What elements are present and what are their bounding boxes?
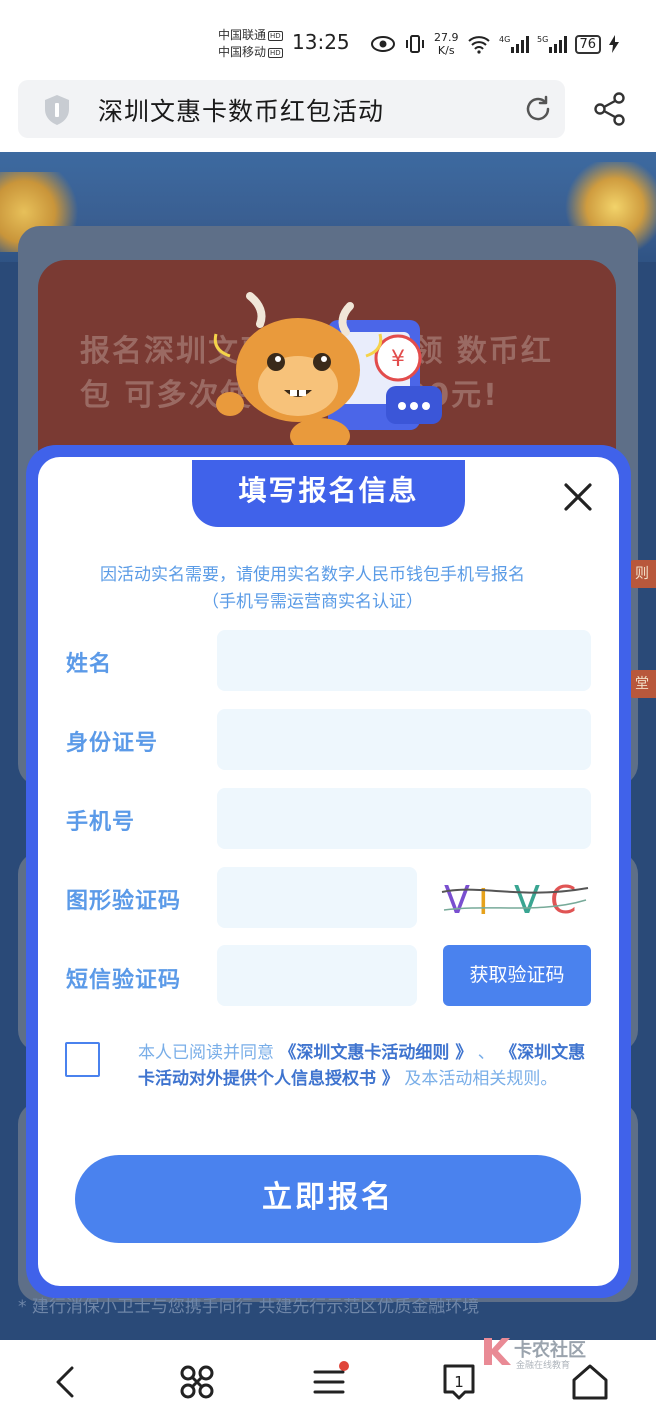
agreement-suffix: 及本活动相关规则。 — [404, 1069, 558, 1089]
captcha-glyph: V — [514, 878, 540, 922]
captcha-input[interactable] — [217, 867, 417, 928]
rules-side-tab[interactable]: 则 — [628, 560, 656, 588]
watermark-subtext: 金融在线教育 — [516, 1361, 571, 1371]
close-icon[interactable] — [561, 480, 595, 514]
side-tab[interactable]: 堂 — [628, 670, 656, 698]
captcha-glyph: V — [444, 878, 470, 922]
battery-level: 76 — [574, 34, 602, 54]
back-icon[interactable] — [44, 1360, 88, 1404]
id-number-input[interactable] — [217, 709, 591, 770]
address-bar[interactable]: 深圳文惠卡数币红包活动 — [18, 80, 565, 138]
carrier-2: 中国移动 — [218, 45, 267, 59]
hd-badge: HD — [268, 47, 283, 58]
hd-badge: HD — [268, 30, 283, 41]
id-number-label: 身份证号 — [66, 731, 159, 756]
tabs-icon[interactable]: 1 — [437, 1360, 481, 1404]
name-input[interactable] — [217, 630, 591, 691]
modal-title: 填写报名信息 — [192, 460, 465, 527]
agree-checkbox[interactable] — [65, 1042, 100, 1077]
command-icon[interactable] — [175, 1360, 219, 1404]
sms-code-label: 短信验证码 — [66, 968, 182, 993]
status-icons: 27.9 K/s 4G 5G 76 — [370, 28, 620, 60]
status-bar: 中国联通 HD 中国移动 HD 13:25 27.9 K/s 4G 5G 76 — [0, 0, 656, 82]
page-title[interactable]: 深圳文惠卡数币红包活动 — [98, 92, 384, 128]
signal-label-1: 4G — [499, 35, 510, 44]
menu-icon[interactable] — [307, 1360, 351, 1404]
charging-icon — [609, 35, 620, 53]
vibrate-icon — [406, 35, 424, 53]
shield-icon[interactable] — [42, 94, 72, 126]
tab-count: 1 — [454, 1373, 464, 1391]
captcha-image[interactable]: V I V C — [440, 870, 590, 928]
notice-text: 因活动实名需要，请使用实名数字人民币钱包手机号报名 （手机号需运营商实名认证） — [40, 562, 585, 616]
notice-line: （手机号需运营商实名认证） — [202, 592, 423, 612]
signal-icon: 5G — [537, 35, 567, 53]
dragon-mascot-illustration: ¥ — [213, 292, 442, 454]
captcha-glyph: I — [478, 882, 489, 923]
rules-link[interactable]: 《深圳文惠卡活动细则 》 — [279, 1043, 472, 1063]
sms-code-input[interactable] — [217, 945, 417, 1006]
phone-input[interactable] — [217, 788, 591, 849]
share-icon[interactable] — [592, 91, 628, 127]
get-code-button[interactable]: 获取验证码 — [443, 945, 591, 1006]
carrier-info: 中国联通 HD 中国移动 HD — [218, 27, 283, 61]
clock: 13:25 — [292, 30, 350, 54]
reload-icon[interactable] — [523, 94, 553, 124]
watermark-logo: 卡农社区 金融在线教育 — [478, 1334, 618, 1374]
name-label: 姓名 — [66, 652, 113, 677]
svg-text:¥: ¥ — [391, 347, 405, 372]
register-button[interactable]: 立即报名 — [75, 1155, 581, 1243]
agreement-prefix: 本人已阅读并同意 — [138, 1043, 274, 1063]
eye-icon — [371, 36, 395, 52]
captcha-glyph: C — [550, 878, 577, 922]
phone-label: 手机号 — [66, 810, 136, 835]
agreement-text: 本人已阅读并同意 《深圳文惠卡活动细则 》 、 《深圳文惠卡活动对外提供个人信息… — [138, 1040, 593, 1092]
watermark-icon — [484, 1338, 511, 1365]
carrier-1: 中国联通 — [218, 28, 267, 42]
notice-line: 因活动实名需要，请使用实名数字人民币钱包手机号报名 — [100, 565, 525, 585]
net-speed: 27.9 K/s — [434, 31, 459, 57]
wifi-icon — [467, 36, 490, 54]
captcha-label: 图形验证码 — [66, 889, 182, 914]
signal-label-2: 5G — [537, 35, 548, 44]
signal-icon: 4G — [499, 35, 529, 53]
agreement-separator: 、 — [477, 1043, 495, 1063]
